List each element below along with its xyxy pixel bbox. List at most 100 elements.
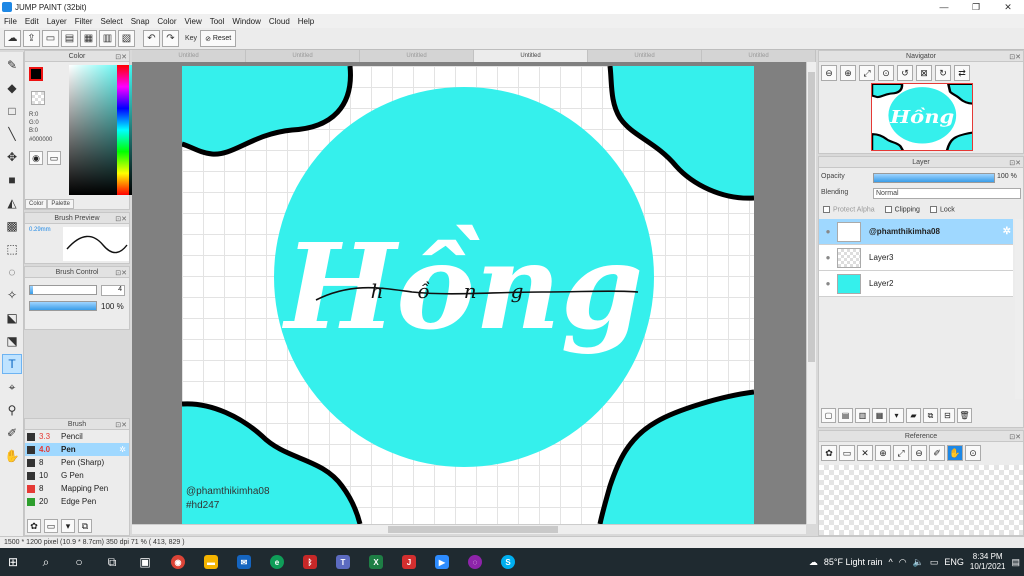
menu-cloud[interactable]: Cloud bbox=[269, 17, 290, 26]
cortana-icon[interactable]: ○ bbox=[66, 548, 92, 576]
gradient-tool-icon[interactable]: ▩ bbox=[2, 216, 22, 236]
brush-tool-icon[interactable]: ✎ bbox=[2, 55, 22, 75]
brush-size-slider[interactable] bbox=[29, 285, 97, 295]
menu-select[interactable]: Select bbox=[100, 17, 122, 26]
brush-item-g-pen[interactable]: 10 G Pen bbox=[25, 469, 129, 482]
panel-close-icon[interactable]: ⊡✕ bbox=[1009, 432, 1021, 443]
tray-chevron-icon[interactable]: ^ bbox=[889, 557, 893, 567]
brush-settings-icon[interactable]: ✲ bbox=[119, 445, 126, 454]
fill-rect-tool-icon[interactable]: ■ bbox=[2, 170, 22, 190]
hue-slider[interactable] bbox=[117, 65, 129, 195]
battery-icon[interactable]: ▭ bbox=[930, 557, 939, 568]
visibility-icon[interactable]: ● bbox=[819, 279, 837, 288]
magic-wand-tool-icon[interactable]: ✧ bbox=[2, 285, 22, 305]
bluetooth-app-icon[interactable]: ᛒ bbox=[297, 548, 323, 576]
minimize-button[interactable]: — bbox=[928, 0, 960, 14]
language-indicator[interactable]: ENG bbox=[944, 557, 964, 567]
teams-icon[interactable]: T bbox=[330, 548, 356, 576]
file-explorer-icon[interactable]: ▬ bbox=[198, 548, 224, 576]
notification-icon[interactable]: ▤ bbox=[1011, 557, 1020, 568]
weather-icon[interactable]: ☁ bbox=[809, 557, 818, 568]
vertical-scroll-thumb[interactable] bbox=[808, 72, 815, 362]
clipping-checkbox[interactable] bbox=[884, 206, 892, 213]
panel-close-icon[interactable]: ⊡✕ bbox=[115, 52, 127, 63]
layer-item-layer2[interactable]: ● Layer2 bbox=[819, 271, 1013, 297]
lock-option[interactable]: Lock bbox=[929, 206, 955, 213]
close-button[interactable]: ✕ bbox=[992, 0, 1024, 14]
maximize-button[interactable]: ❐ bbox=[960, 0, 992, 14]
text-tool-icon[interactable]: T bbox=[2, 354, 22, 374]
horizontal-scrollbar[interactable] bbox=[132, 524, 806, 534]
tab-untitled-1[interactable]: Untitled bbox=[132, 50, 246, 62]
eraser-tool-icon[interactable]: ◆ bbox=[2, 78, 22, 98]
clipping-option[interactable]: Clipping bbox=[884, 206, 920, 213]
brush-copy-icon[interactable]: ⧉ bbox=[78, 519, 92, 533]
reset-rotation-icon[interactable]: ⊠ bbox=[916, 65, 932, 81]
clock[interactable]: 8:34 PM 10/1/2021 bbox=[970, 552, 1006, 572]
operation-tool-icon[interactable]: ⌖ bbox=[2, 377, 22, 397]
visibility-icon[interactable]: ● bbox=[819, 253, 837, 262]
redo-icon[interactable]: ↷ bbox=[162, 30, 179, 47]
brush-add-icon[interactable]: ✿ bbox=[27, 519, 41, 533]
brush-folder-icon[interactable]: ▭ bbox=[44, 519, 58, 533]
panel-close-icon[interactable]: ⊡✕ bbox=[115, 214, 127, 225]
tab-untitled-2[interactable]: Untitled bbox=[246, 50, 360, 62]
foreground-color-swatch[interactable] bbox=[29, 67, 43, 81]
horizontal-scroll-thumb[interactable] bbox=[388, 526, 558, 533]
reference-zoom-in-icon[interactable]: ⊕ bbox=[875, 445, 891, 461]
rectangle-tool-icon[interactable]: □ bbox=[2, 101, 22, 121]
lasso-tool-icon[interactable]: ◌ bbox=[2, 262, 22, 282]
actual-size-icon[interactable]: ⊙ bbox=[878, 65, 894, 81]
tab-untitled-3[interactable]: Untitled bbox=[360, 50, 474, 62]
fit-icon[interactable]: ⤢ bbox=[859, 65, 875, 81]
task-view-icon[interactable]: ⧉ bbox=[99, 548, 125, 576]
color-wheel-icon[interactable]: ◉ bbox=[29, 151, 43, 165]
brush-menu-icon[interactable]: ▾ bbox=[61, 519, 75, 533]
dropper-tool-icon[interactable]: ⚲ bbox=[2, 400, 22, 420]
pen-tool-icon[interactable]: ✐ bbox=[2, 423, 22, 443]
menu-edit[interactable]: Edit bbox=[25, 17, 39, 26]
brush-item-mapping-pen[interactable]: 8 Mapping Pen bbox=[25, 482, 129, 495]
rotate-right-icon[interactable]: ↻ bbox=[935, 65, 951, 81]
new-layer1-icon[interactable]: ▥ bbox=[855, 408, 870, 423]
select-pen-tool-icon[interactable]: ⬕ bbox=[2, 308, 22, 328]
layer-opacity-slider[interactable] bbox=[873, 173, 995, 183]
tab-color[interactable]: Color bbox=[25, 199, 48, 209]
menu-view[interactable]: View bbox=[185, 17, 202, 26]
transparent-color-swatch[interactable] bbox=[31, 91, 45, 105]
tab-untitled-5[interactable]: Untitled bbox=[588, 50, 702, 62]
zoom-app-icon[interactable]: ▶ bbox=[429, 548, 455, 576]
tab-untitled-6[interactable]: Untitled bbox=[702, 50, 816, 62]
artboard[interactable]: Hồng hồng @phamthikimha08 #hd247 bbox=[182, 66, 754, 524]
menu-filter[interactable]: Filter bbox=[75, 17, 93, 26]
undo-icon[interactable]: ↶ bbox=[143, 30, 160, 47]
volume-icon[interactable]: 🔈 bbox=[913, 557, 924, 568]
reset-button[interactable]: ⊘ Reset bbox=[200, 30, 237, 47]
new-layer-icon[interactable]: ▢ bbox=[821, 408, 836, 423]
reference-import-icon[interactable]: ✿ bbox=[821, 445, 837, 461]
edge-icon[interactable]: e bbox=[264, 548, 290, 576]
rotate-left-icon[interactable]: ↺ bbox=[897, 65, 913, 81]
new-folder-icon[interactable]: ▰ bbox=[906, 408, 921, 423]
brush-opacity-slider[interactable] bbox=[29, 301, 97, 311]
skype-icon[interactable]: S bbox=[495, 548, 521, 576]
store-icon[interactable]: ▣ bbox=[132, 548, 158, 576]
tab-palette[interactable]: Palette bbox=[47, 199, 75, 209]
menu-window[interactable]: Window bbox=[232, 17, 260, 26]
export-icon[interactable]: ⇪ bbox=[23, 30, 40, 47]
merge-down-icon[interactable]: ⊟ bbox=[940, 408, 955, 423]
jump-paint-icon[interactable]: J bbox=[396, 548, 422, 576]
layer-settings-icon[interactable]: ✲ bbox=[1003, 226, 1011, 237]
tab-untitled-active[interactable]: Untitled bbox=[474, 50, 588, 62]
canvas-area[interactable]: Hồng hồng @phamthikimha08 #hd247 bbox=[132, 62, 806, 524]
new-layer8-icon[interactable]: ▤ bbox=[838, 408, 853, 423]
layer-item-layer3[interactable]: ● Layer3 bbox=[819, 245, 1013, 271]
menu-help[interactable]: Help bbox=[298, 17, 314, 26]
delete-layer-icon[interactable]: 🗑 bbox=[957, 408, 972, 423]
page-list-icon[interactable]: ▥ bbox=[99, 30, 116, 47]
network-icon[interactable]: ◠ bbox=[899, 557, 907, 568]
vertical-scrollbar[interactable] bbox=[806, 62, 816, 524]
menu-color[interactable]: Color bbox=[157, 17, 176, 26]
comment-icon[interactable]: ▤ bbox=[61, 30, 78, 47]
excel-icon[interactable]: X bbox=[363, 548, 389, 576]
